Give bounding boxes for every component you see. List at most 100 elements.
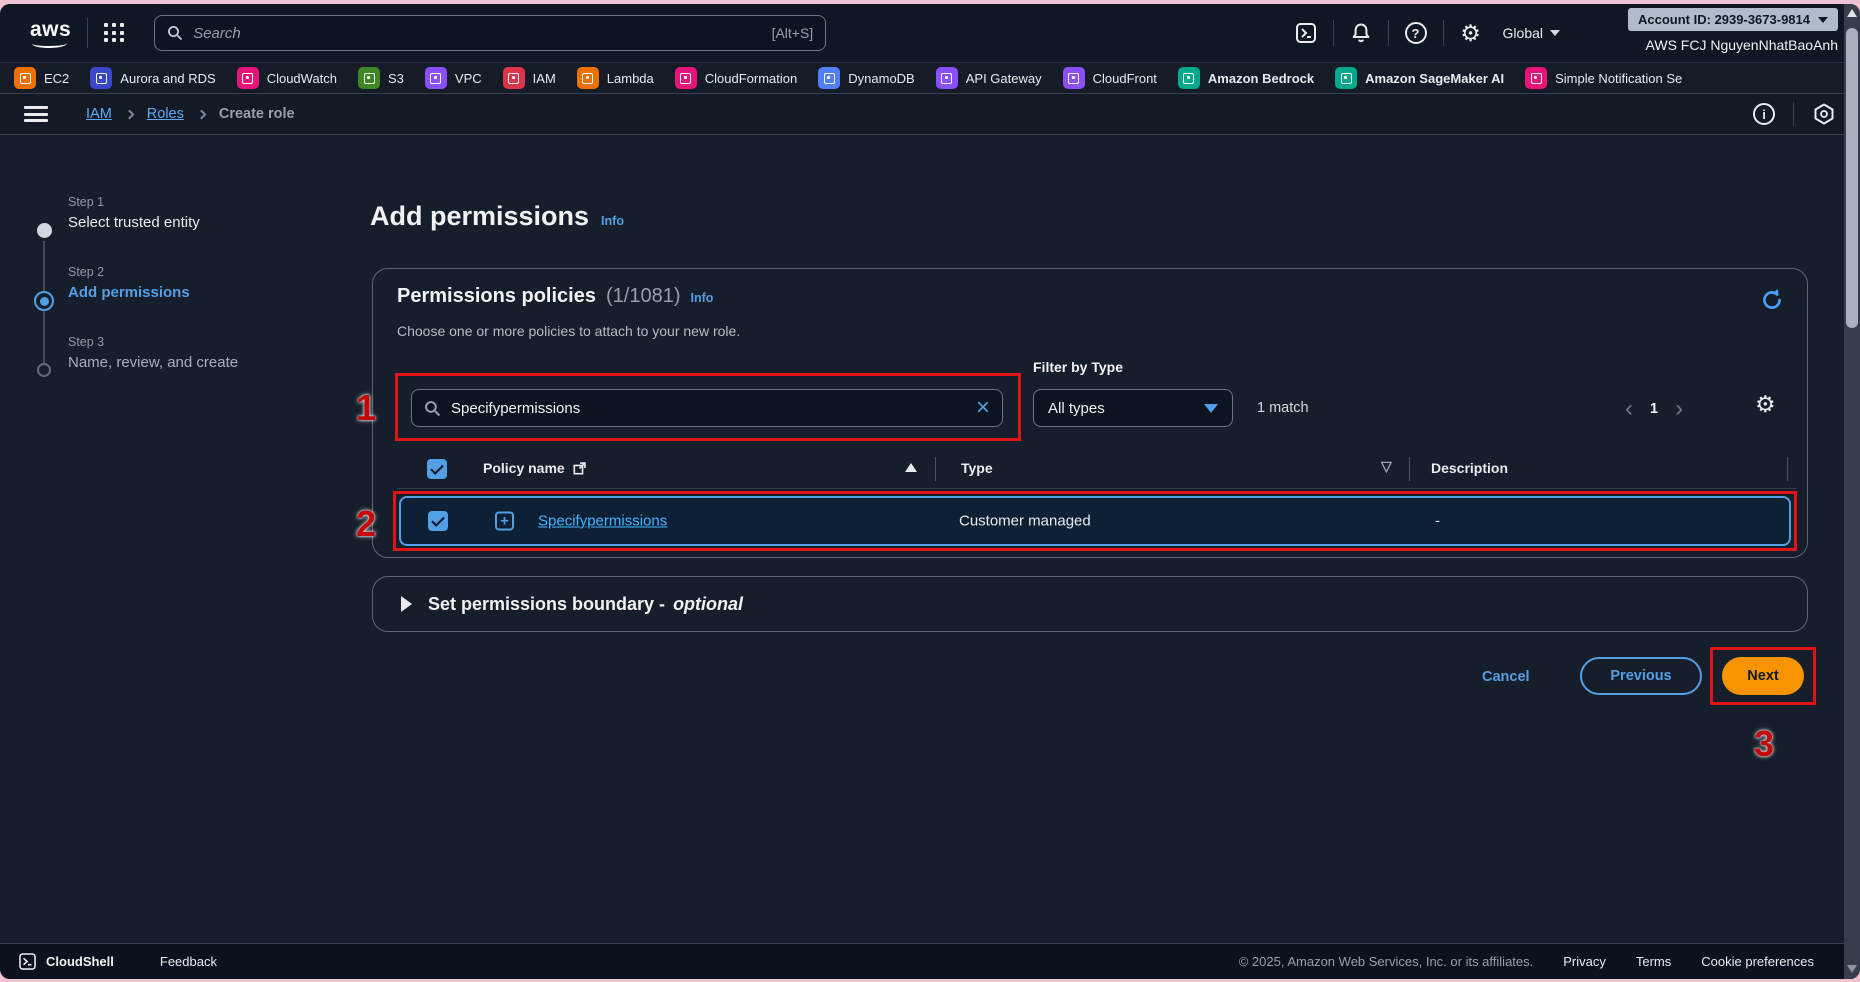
annotation-number-1: 1 [353,387,379,429]
cloudfront-icon [1063,67,1085,89]
favorite-bedrock[interactable]: Amazon Bedrock [1178,67,1314,89]
favorite-iam[interactable]: IAM [503,67,556,89]
policy-search-input[interactable] [451,400,966,417]
ec2-icon [14,67,36,89]
policy-description-cell: - [1435,513,1440,530]
s3-icon [358,67,380,89]
feedback-link[interactable]: Feedback [160,954,217,969]
expand-policy-icon[interactable]: + [495,512,514,531]
previous-button[interactable]: Previous [1580,657,1702,695]
hexagon-q-icon[interactable] [1812,102,1836,126]
help-icon[interactable]: ? [1402,19,1430,47]
breadcrumb-roles[interactable]: Roles [147,106,184,122]
column-divider[interactable] [1787,457,1788,481]
cloudshell-icon[interactable] [1292,19,1320,47]
policies-table-header: Policy name Type ▽ Description [397,451,1797,489]
favorite-s3[interactable]: S3 [358,67,404,89]
favorite-lambda[interactable]: Lambda [577,67,654,89]
sort-icon[interactable]: ▽ [1381,458,1392,475]
favorite-sns[interactable]: Simple Notification Se [1525,67,1682,89]
policy-type-cell: Customer managed [959,513,1091,530]
annotation-box-3 [1710,647,1816,705]
column-divider[interactable] [1409,457,1410,481]
next-page-icon[interactable]: › [1675,397,1683,421]
step2-bullet-icon [34,291,54,311]
search-input[interactable] [193,25,761,42]
page-info-link[interactable]: Info [601,214,624,228]
breadcrumb-separator-icon [196,109,206,119]
column-divider[interactable] [935,457,936,481]
lambda-icon [577,67,599,89]
terms-link[interactable]: Terms [1636,954,1671,969]
refresh-icon[interactable] [1759,287,1785,313]
region-selector[interactable]: Global [1503,25,1560,41]
account-id-menu[interactable]: Account ID: 2939-3673-9814 [1628,8,1838,31]
chevron-down-icon [1818,17,1828,23]
step-1-link[interactable]: Select trusted entity [68,214,200,231]
step-2-link[interactable]: Add permissions [68,284,190,301]
scroll-up-arrow-icon[interactable] [1847,9,1857,17]
card-info-link[interactable]: Info [690,291,713,305]
external-link-icon [573,462,586,475]
vertical-scrollbar[interactable] [1844,4,1860,979]
favorite-vpc[interactable]: VPC [425,67,482,89]
scrollbar-thumb[interactable] [1846,28,1858,328]
favorite-aurora-rds[interactable]: Aurora and RDS [90,67,215,89]
search-icon [167,25,183,41]
filter-by-type-label: Filter by Type [1033,359,1123,375]
privacy-link[interactable]: Privacy [1563,954,1606,969]
select-all-checkbox[interactable] [427,459,447,479]
favorite-dynamodb[interactable]: DynamoDB [818,67,914,89]
api-gateway-icon [936,67,958,89]
account-user-name: AWS FCJ NguyenNhatBaoAnh [1646,37,1838,53]
account-block: Account ID: 2939-3673-9814 AWS FCJ Nguye… [1628,8,1838,53]
cloudwatch-icon [237,67,259,89]
cloudshell-button[interactable]: CloudShell [18,952,114,971]
aws-logo[interactable]: aws [30,19,71,48]
breadcrumb-separator-icon [124,109,134,119]
step-1: Step 1 Select trusted entity [68,195,200,231]
global-search[interactable]: [Alt+S] [154,15,826,51]
policy-row-selected[interactable]: + Specifypermissions Customer managed - [399,496,1791,546]
services-menu-icon[interactable] [104,23,124,43]
favorite-cloudfront[interactable]: CloudFront [1063,67,1157,89]
type-filter-select[interactable]: All types [1033,389,1233,427]
breadcrumb-iam[interactable]: IAM [86,106,112,122]
notifications-bell-icon[interactable] [1347,19,1375,47]
policy-name-link[interactable]: Specifypermissions [538,513,667,530]
row-checkbox[interactable] [428,511,448,531]
divider [87,18,88,48]
info-panel-icon[interactable]: i [1753,103,1775,125]
boundary-title: Set permissions boundary -optional [428,594,743,615]
column-description[interactable]: Description [1431,460,1508,476]
policy-search-field[interactable]: × [411,389,1003,427]
cookie-preferences-link[interactable]: Cookie preferences [1701,954,1814,969]
permissions-boundary-section[interactable]: Set permissions boundary -optional [372,576,1808,632]
favorite-cloudformation[interactable]: CloudFormation [675,67,798,89]
sort-ascending-icon[interactable] [905,463,917,472]
table-preferences-gear-icon[interactable]: ⚙ [1755,393,1776,417]
annotation-number-3: 3 [1744,723,1784,765]
cancel-button[interactable]: Cancel [1482,669,1530,685]
clear-search-icon[interactable]: × [976,396,990,420]
bedrock-icon [1178,67,1200,89]
expand-caret-icon[interactable] [401,596,412,612]
column-type[interactable]: Type [961,460,993,476]
search-shortcut-hint: [Alt+S] [772,25,814,41]
favorite-ec2[interactable]: EC2 [14,67,69,89]
topbar-icon-group: ? ⚙ Global [1292,4,1560,62]
side-menu-icon[interactable] [24,106,48,122]
previous-page-icon[interactable]: ‹ [1625,397,1633,421]
favorite-api-gateway[interactable]: API Gateway [936,67,1042,89]
settings-gear-icon[interactable]: ⚙ [1457,19,1485,47]
column-policy-name[interactable]: Policy name [483,460,586,476]
step-3-link[interactable]: Name, review, and create [68,354,238,371]
step-2: Step 2 Add permissions [68,265,190,301]
search-icon [424,400,441,417]
scroll-down-arrow-icon[interactable] [1847,965,1857,973]
favorite-cloudwatch[interactable]: CloudWatch [237,67,337,89]
card-description: Choose one or more policies to attach to… [397,323,740,339]
page-number[interactable]: 1 [1650,401,1658,417]
favorite-sagemaker[interactable]: Amazon SageMaker AI [1335,67,1504,89]
console-footer: CloudShell Feedback © 2025, Amazon Web S… [0,943,1860,979]
